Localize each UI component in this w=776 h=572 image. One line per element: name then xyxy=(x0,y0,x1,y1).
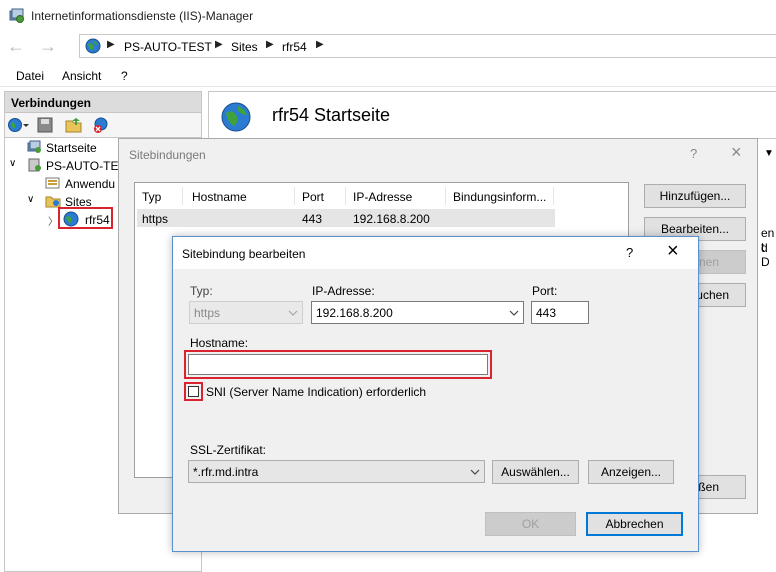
column-header-hostname[interactable]: Hostname xyxy=(192,190,247,204)
page-title: rfr54 Startseite xyxy=(272,105,391,125)
ip-label: IP-Adresse: xyxy=(312,284,375,298)
globe-icon xyxy=(85,38,101,54)
connections-toolbar xyxy=(4,113,202,137)
dialog-titlebar: Sitebindung bearbeiten ? × xyxy=(173,237,698,269)
column-divider xyxy=(553,187,554,205)
select-certificate-button[interactable]: Auswählen... xyxy=(492,460,579,484)
expand-chevron-icon[interactable]: 〉 xyxy=(48,213,58,228)
chevron-right-icon: ▶ xyxy=(266,39,274,50)
port-field[interactable]: 443 xyxy=(531,301,589,324)
chevron-down-icon xyxy=(470,469,480,475)
chevron-down-icon xyxy=(288,310,298,316)
hostname-label: Hostname: xyxy=(190,336,249,350)
collapse-chevron-icon[interactable]: ∨ xyxy=(27,194,34,205)
start-page-icon xyxy=(27,140,41,153)
dialog-title: Sitebindungen xyxy=(129,148,206,162)
breadcrumb-site[interactable]: rfr54 xyxy=(282,40,307,54)
connections-header: Verbindungen xyxy=(4,91,202,113)
type-label: Typ: xyxy=(190,284,213,298)
close-icon[interactable]: × xyxy=(667,240,679,262)
sites-folder-icon xyxy=(45,196,61,208)
cell-type: https xyxy=(142,212,169,226)
ssl-certificate-combobox[interactable]: *.rfr.md.intra xyxy=(188,460,485,483)
ok-button[interactable]: OK xyxy=(485,512,576,536)
menu-file[interactable]: Datei xyxy=(16,69,44,83)
chevron-down-icon[interactable]: ▼ xyxy=(764,148,774,159)
window-title: Internetinformationsdienste (IIS)-Manage… xyxy=(31,9,254,23)
tree-item-application-pools[interactable]: Anwendu xyxy=(65,177,115,191)
disconnect-icon[interactable] xyxy=(93,117,111,133)
cancel-button[interactable]: Abbrechen xyxy=(586,512,683,536)
collapse-chevron-icon[interactable]: ∨ xyxy=(9,158,16,169)
type-value: https xyxy=(194,306,221,320)
port-label: Port: xyxy=(532,284,558,298)
column-header-ip[interactable]: IP-Adresse xyxy=(353,190,412,204)
column-divider xyxy=(445,187,446,205)
menu-view[interactable]: Ansicht xyxy=(62,69,101,83)
save-icon[interactable] xyxy=(37,117,53,133)
selected-site-highlight xyxy=(58,207,113,229)
tree-item-server[interactable]: PS-AUTO-TES xyxy=(46,159,126,173)
sni-label[interactable]: SNI (Server Name Indication) erforderlic… xyxy=(206,385,426,399)
close-icon[interactable]: × xyxy=(731,142,742,163)
connect-globe-icon[interactable] xyxy=(7,117,29,133)
back-arrow-icon[interactable]: ← xyxy=(5,36,27,58)
add-binding-button[interactable]: Hinzufügen... xyxy=(644,184,746,208)
chevron-right-icon: ▶ xyxy=(107,39,115,50)
ssl-certificate-value: *.rfr.md.intra xyxy=(193,465,259,479)
server-icon xyxy=(28,158,41,172)
tree-item-startseite[interactable]: Startseite xyxy=(46,141,97,155)
edit-binding-dialog: Sitebindung bearbeiten ? × Typ: https IP… xyxy=(172,236,699,552)
hostname-input[interactable] xyxy=(188,354,488,375)
table-row[interactable] xyxy=(137,209,555,227)
open-folder-icon[interactable] xyxy=(65,117,83,133)
ssl-certificate-label: SSL-Zertifikat: xyxy=(190,443,267,457)
chevron-right-icon: ▶ xyxy=(316,39,324,50)
menu-help[interactable]: ? xyxy=(121,69,128,83)
window-titlebar: Internetinformationsdienste (IIS)-Manage… xyxy=(0,0,776,32)
dialog-title: Sitebindung bearbeiten xyxy=(182,247,306,261)
menu-bar: Datei Ansicht ? xyxy=(0,63,776,87)
chevron-down-icon xyxy=(509,310,519,316)
forward-arrow-icon[interactable]: → xyxy=(37,36,59,58)
iis-app-icon xyxy=(9,8,24,23)
column-header-port[interactable]: Port xyxy=(302,190,324,204)
sni-checkbox[interactable] xyxy=(188,386,199,397)
column-header-info[interactable]: Bindungsinform... xyxy=(453,190,546,204)
column-divider xyxy=(182,187,183,205)
column-divider xyxy=(345,187,346,205)
cell-port: 443 xyxy=(302,212,323,226)
address-bar[interactable]: ▶ PS-AUTO-TEST ▶ Sites ▶ rfr54 ▶ xyxy=(79,34,776,58)
port-value: 443 xyxy=(536,306,557,320)
column-divider xyxy=(294,187,295,205)
breadcrumb-server[interactable]: PS-AUTO-TEST xyxy=(124,40,212,54)
chevron-right-icon: ▶ xyxy=(215,39,223,50)
type-combobox[interactable]: https xyxy=(189,301,303,324)
column-header-type[interactable]: Typ xyxy=(142,190,161,204)
site-globe-large-icon xyxy=(221,102,251,132)
application-pools-icon xyxy=(45,177,60,189)
ip-value: 192.168.8.200 xyxy=(316,306,393,320)
ip-combobox[interactable]: 192.168.8.200 xyxy=(311,301,524,324)
breadcrumb-sites[interactable]: Sites xyxy=(231,40,258,54)
cell-ip: 192.168.8.200 xyxy=(353,212,430,226)
help-button[interactable]: ? xyxy=(626,245,633,260)
clipped-text-2: d D xyxy=(761,241,770,269)
view-certificate-button[interactable]: Anzeigen... xyxy=(588,460,674,484)
help-button[interactable]: ? xyxy=(690,146,697,161)
